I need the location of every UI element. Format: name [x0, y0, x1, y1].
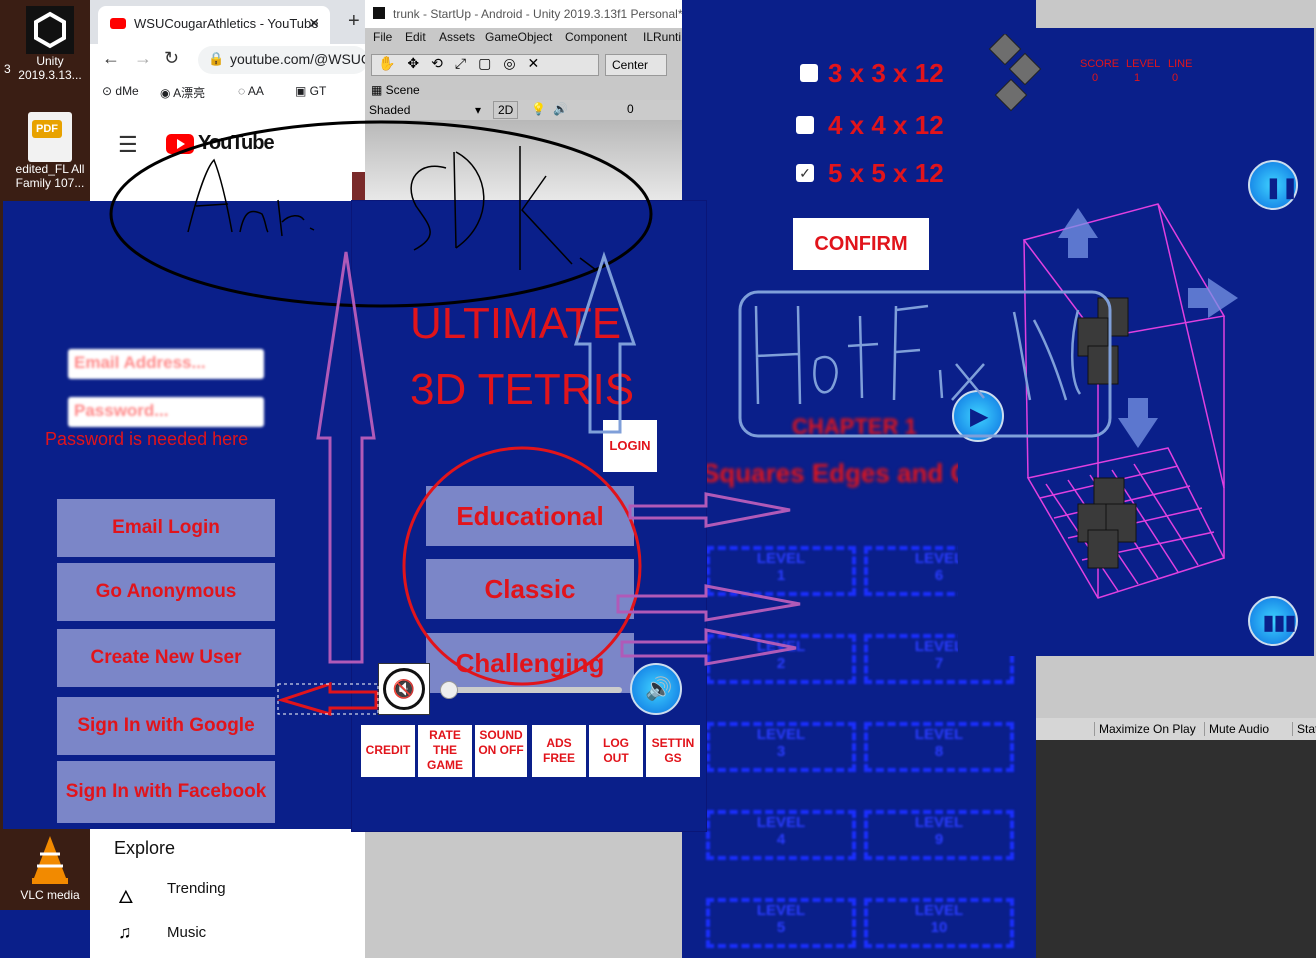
annotation-hotfix-scribble: [754, 304, 1082, 405]
annotation-circle: [402, 446, 642, 686]
annotation-scribble-right: [410, 146, 597, 271]
annotation-arrow-right-2: [616, 584, 801, 622]
annotation-scribble-left: [187, 158, 315, 237]
annotation-arrow-up-blue: [573, 251, 637, 434]
annotation-arrow-right-1: [628, 492, 791, 528]
annotation-arrow-right-3: [620, 628, 797, 666]
annotation-arrow-up-purple: [316, 251, 376, 664]
annotation-overlay: [109, 120, 1112, 716]
annotation-arrow-left-red: [276, 681, 378, 716]
